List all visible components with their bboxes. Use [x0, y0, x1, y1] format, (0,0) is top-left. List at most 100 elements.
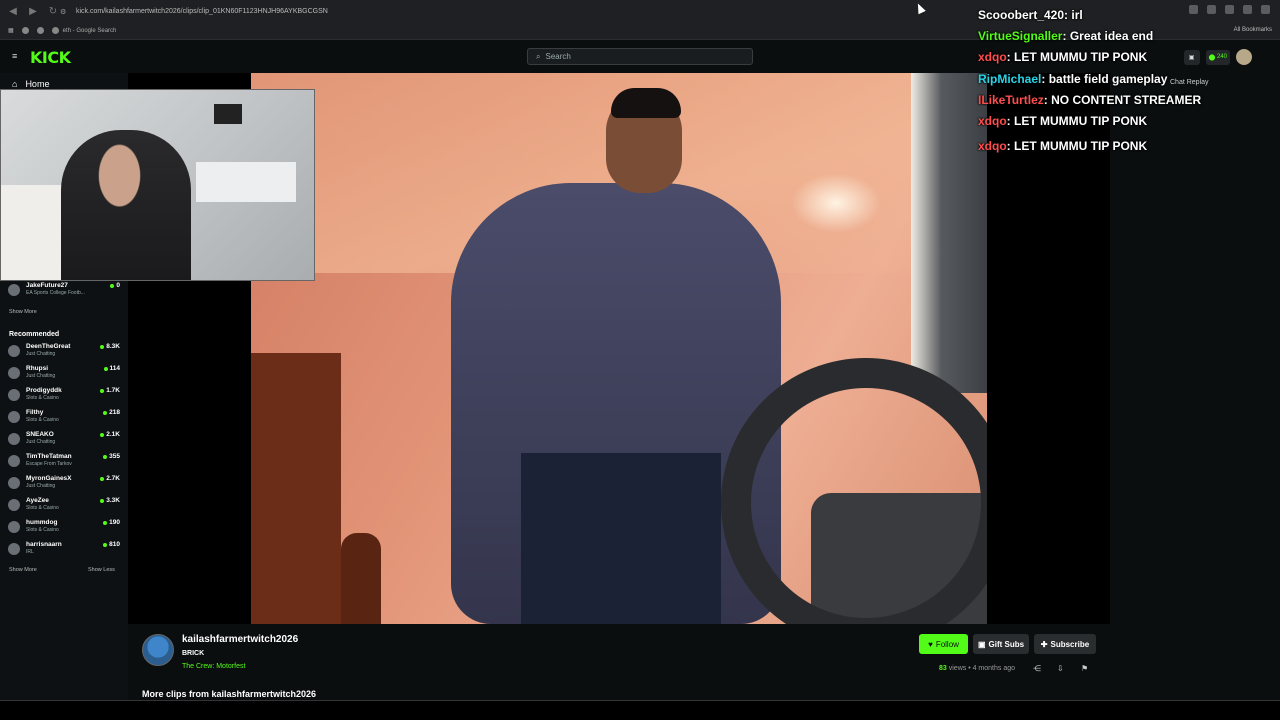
channel-name: Rhupsi [26, 365, 49, 372]
extension-icon[interactable] [1189, 5, 1198, 14]
reload-icon[interactable]: ↻ [46, 4, 60, 18]
sidebar-item-recommended[interactable]: AyeZee Slots & Casino 3.3K [8, 497, 120, 517]
sidebar-item-recommended[interactable]: TimTheTatman Escape From Tarkov 355 [8, 453, 120, 473]
sidebar-item-recommended[interactable]: Filthy Slots & Casino 218 [8, 409, 120, 429]
avatar [8, 521, 20, 533]
show-less-recommended[interactable]: Show Less [88, 567, 115, 573]
site-info-icon[interactable]: ⚙ [60, 8, 68, 16]
sidebar-item-recommended[interactable]: Prodigyddk Slots & Casino 1.7K [8, 387, 120, 407]
viewer-count: 0 [110, 282, 120, 290]
report-flag-icon[interactable]: ⚑ [1081, 664, 1090, 673]
chat-text: NO CONTENT STREAMER [1051, 93, 1202, 107]
chat-text: LET MUMMU TIP PONK [1014, 139, 1148, 153]
extension-icon[interactable] [1225, 5, 1234, 14]
search-placeholder: Search [545, 52, 571, 61]
home-icon: ⌂ [12, 79, 18, 89]
more-clips-heading: More clips from kailashfarmertwitch2026 [142, 689, 317, 699]
extensions [1189, 5, 1270, 14]
channel-category: Slots & Casino [26, 527, 59, 533]
bookmark-icon[interactable] [21, 27, 29, 34]
heart-icon: ♥ [928, 639, 933, 649]
avatar [8, 499, 20, 511]
channel-category: Slots & Casino [26, 395, 59, 401]
chat-text: LET MUMMU TIP PONK [1014, 50, 1148, 64]
avatar [8, 345, 20, 357]
chat-username[interactable]: Scooobert_420 [978, 8, 1064, 22]
sidebar-item-recommended[interactable]: hummdog Slots & Casino 190 [8, 519, 120, 539]
live-dot-icon [110, 284, 115, 288]
live-dot-icon [100, 499, 105, 503]
show-more-recommended[interactable]: Show More [9, 567, 37, 573]
avatar [8, 411, 20, 423]
live-dot-icon [103, 411, 108, 415]
wallet-icon[interactable]: ▣ [1183, 49, 1200, 65]
chat-text: Great idea end [1069, 29, 1154, 43]
chat-message: xdqo: LET MUMMU TIP PONK [978, 50, 1148, 64]
sidebar-item-home[interactable]: ⌂ Home [12, 79, 49, 89]
menu-icon[interactable] [1261, 5, 1270, 14]
sidebar-item-recommended[interactable]: Rhupsi Just Chatting 114 [8, 365, 120, 385]
clip-category[interactable]: The Crew: Motorfest [182, 663, 245, 670]
kick-logo[interactable]: KICK [30, 48, 71, 67]
sidebar-item-recommended[interactable]: harrisnaarn IRL 810 [8, 541, 120, 561]
chat-text: irl [1071, 8, 1083, 22]
chat-message: VirtueSignaller: Great idea end [978, 29, 1154, 43]
google-icon [51, 27, 59, 34]
extension-icon[interactable] [1207, 5, 1216, 14]
chat-username[interactable]: xdqo [978, 50, 1007, 64]
all-bookmarks[interactable]: All Bookmarks [1234, 27, 1272, 33]
channel-category: Slots & Casino [26, 505, 59, 511]
live-dot-icon [103, 367, 108, 371]
chat-username[interactable]: RipMichael [978, 72, 1041, 86]
url-text: kick.com/kailashfarmertwitch2026/clips/c… [76, 8, 328, 15]
channel-name[interactable]: kailashfarmertwitch2026 [182, 634, 298, 645]
sidebar-item-recommended[interactable]: SNEAKO Just Chatting 2.1K [8, 431, 120, 451]
address-bar[interactable]: ⚙ kick.com/kailashfarmertwitch2026/clips… [60, 4, 940, 19]
avatar [8, 455, 20, 467]
forward-icon[interactable]: ▶ [26, 4, 40, 18]
channel-name: DeenTheGreat [26, 343, 71, 350]
star-icon: ✚ [1040, 639, 1048, 649]
kicks-balance[interactable]: ⬤ 240 [1205, 49, 1230, 65]
channel-name: Filthy [26, 409, 44, 416]
follow-button[interactable]: ♥ Follow [919, 634, 968, 654]
chat-replay-label[interactable]: Chat Replay [1170, 79, 1209, 86]
chat-username[interactable]: VirtueSignaller [978, 29, 1062, 43]
live-dot-icon [103, 543, 108, 547]
clip-info: kailashfarmertwitch2026 BRICK The Crew: … [128, 624, 1110, 700]
sidebar-item-recommended[interactable]: MyronGainesX Just Chatting 2.7K [8, 475, 120, 495]
bookmark-eth-search[interactable]: eth - Google Search [51, 27, 116, 34]
apps-icon[interactable]: ▦ [8, 27, 14, 34]
sidebar-item-recommended[interactable]: DeenTheGreat Just Chatting 8.3K [8, 343, 120, 363]
channel-name: Prodigyddk [26, 387, 62, 394]
bookmark-icon[interactable] [36, 27, 44, 34]
chat-username[interactable]: xdqo [978, 114, 1007, 128]
chat-username[interactable]: ILikeTurtlez [978, 93, 1044, 107]
user-avatar[interactable] [1236, 49, 1252, 65]
download-icon[interactable]: ⇩ [1057, 664, 1066, 673]
clip-video[interactable] [251, 73, 987, 624]
viewer-count: 114 [103, 365, 120, 373]
subscribe-button[interactable]: ✚ Subscribe [1034, 634, 1096, 654]
search-icon: ⌕ [536, 51, 541, 61]
channel-avatar[interactable] [142, 634, 174, 666]
header-actions: ▣ ⬤ 240 [1183, 49, 1252, 65]
hamburger-menu-icon[interactable]: ≡ [12, 52, 20, 61]
viewer-count: 8.3K [100, 343, 120, 351]
share-icon[interactable]: ⋲ [1033, 664, 1042, 673]
chat-username[interactable]: xdqo [978, 139, 1007, 153]
show-more-following[interactable]: Show More [9, 309, 37, 315]
chat-message: xdqo: LET MUMMU TIP PONK [978, 114, 1148, 128]
avatar [8, 284, 20, 296]
search-input[interactable]: ⌕ Search [527, 48, 753, 65]
channel-name: harrisnaarn [26, 541, 62, 548]
channel-name: AyeZee [26, 497, 49, 504]
back-icon[interactable]: ◀ [6, 4, 20, 18]
avatar [8, 389, 20, 401]
avatar [8, 477, 20, 489]
extensions-puzzle-icon[interactable] [1243, 5, 1252, 14]
sidebar-item-jakefuture27[interactable]: JakeFuture27 EA Sports College Footb... … [8, 282, 120, 302]
chat-message: ILikeTurtlez: NO CONTENT STREAMER [978, 93, 1202, 107]
gift-subs-button[interactable]: ▣ Gift Subs [973, 634, 1029, 654]
viewer-count: 3.3K [100, 497, 120, 505]
